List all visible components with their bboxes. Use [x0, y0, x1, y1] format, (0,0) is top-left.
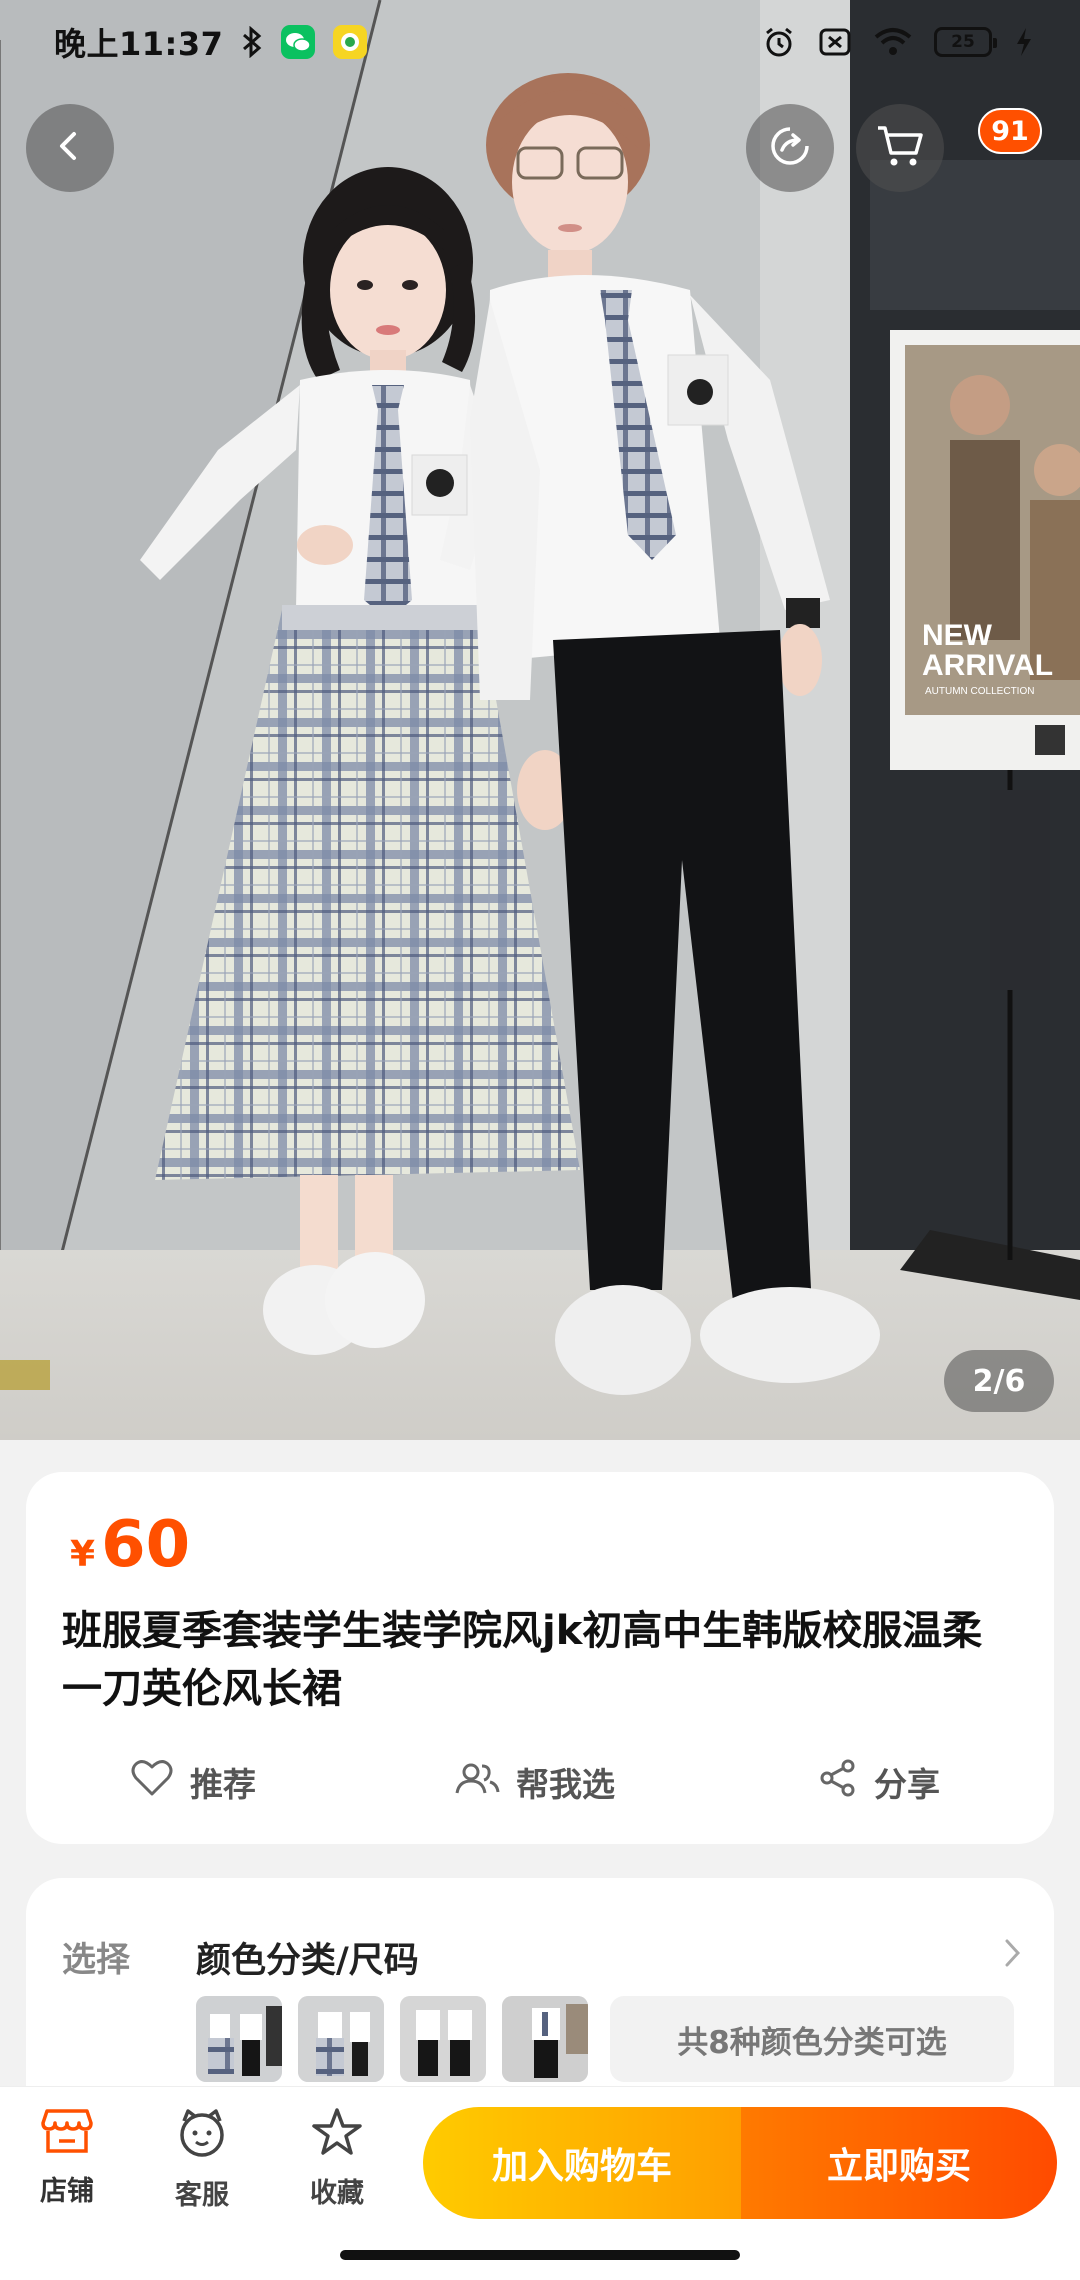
store-label: 店铺 — [40, 2176, 94, 2207]
store-tab[interactable]: 店铺 — [12, 2107, 122, 2208]
charging-icon — [1014, 27, 1034, 57]
product-detail-screen: NEW ARRIVAL AUTUMN COLLECTION 晚上11:37 25… — [0, 0, 1080, 2280]
variant-thumbnail[interactable] — [502, 1996, 588, 2082]
favorite-tab[interactable]: 收藏 — [282, 2107, 392, 2210]
wechat-icon — [281, 25, 316, 59]
poster-text-arrival: ARRIVAL — [922, 649, 1053, 682]
price-value: 60 — [101, 1508, 191, 1582]
product-image-gallery[interactable]: NEW ARRIVAL AUTUMN COLLECTION — [0, 0, 1080, 1440]
variant-thumbnail[interactable] — [400, 1996, 486, 2082]
currency-symbol: ¥ — [70, 1534, 96, 1575]
purchase-buttons: 加入购物车 立即购买 — [423, 2107, 1057, 2219]
cart-button[interactable] — [856, 104, 944, 192]
variant-thumbnail[interactable] — [196, 1996, 282, 2082]
status-time: 晚上11:37 — [54, 25, 224, 63]
share-nodes-icon — [818, 1758, 858, 1806]
poster: NEW ARRIVAL AUTUMN COLLECTION — [890, 330, 1080, 770]
bluetooth-icon — [241, 26, 263, 58]
battery-icon: 25 — [934, 27, 997, 57]
status-bar: 晚上11:37 25 — [0, 0, 1080, 84]
poster-text-new: NEW — [922, 619, 993, 652]
home-indicator[interactable] — [340, 2250, 740, 2260]
product-info-card: ¥ 60 班服夏季套装学生装学院风jk初高中生韩版校服温柔一刀英伦风长裙 推荐 … — [26, 1472, 1054, 1844]
sim-off-icon — [818, 27, 852, 57]
chevron-right-icon — [1002, 1936, 1024, 1974]
back-button[interactable] — [26, 104, 114, 192]
poster-text-collection: AUTUMN COLLECTION — [925, 686, 1034, 697]
product-photo: NEW ARRIVAL AUTUMN COLLECTION — [0, 0, 1080, 1440]
image-page-indicator: 2/6 — [944, 1350, 1054, 1412]
cart-count-badge: 91 — [978, 108, 1042, 154]
selection-title: 颜色分类/尺码 — [196, 1941, 419, 1981]
store-icon — [41, 2107, 93, 2159]
variant-thumbnails — [196, 1996, 588, 2082]
customer-service-tab[interactable]: 客服 — [147, 2107, 257, 2212]
favorite-label: 收藏 — [310, 2178, 364, 2209]
selection-label: 选择 — [62, 1940, 130, 1980]
share-label: 分享 — [874, 1765, 940, 1804]
star-icon — [311, 2107, 363, 2161]
product-price: ¥ 60 — [70, 1508, 190, 1582]
customer-service-label: 客服 — [175, 2180, 229, 2211]
help-choose-button[interactable]: 帮我选 — [454, 1758, 615, 1806]
heart-icon — [130, 1758, 174, 1806]
wifi-icon — [874, 27, 912, 57]
product-actions: 推荐 帮我选 分享 — [26, 1742, 1054, 1822]
share-button[interactable] — [746, 104, 834, 192]
battery-level: 25 — [951, 32, 975, 52]
share-product-button[interactable]: 分享 — [818, 1758, 940, 1806]
recommend-label: 推荐 — [190, 1765, 256, 1804]
app-notification-icon — [333, 25, 368, 59]
add-to-cart-button[interactable]: 加入购物车 — [423, 2107, 741, 2219]
variant-thumbnail[interactable] — [298, 1996, 384, 2082]
share-arrow-icon — [766, 122, 814, 174]
recommend-button[interactable]: 推荐 — [130, 1758, 256, 1806]
alarm-icon — [762, 25, 796, 59]
back-arrow-icon — [52, 128, 88, 168]
help-choose-label: 帮我选 — [516, 1765, 615, 1804]
more-variants-chip[interactable]: 共8种颜色分类可选 — [610, 1996, 1014, 2082]
cart-icon — [875, 123, 925, 173]
customer-service-icon — [176, 2107, 228, 2163]
buy-now-button[interactable]: 立即购买 — [741, 2107, 1057, 2219]
product-title: 班服夏季套装学生装学院风jk初高中生韩版校服温柔一刀英伦风长裙 — [62, 1608, 983, 1712]
people-icon — [454, 1760, 500, 1804]
